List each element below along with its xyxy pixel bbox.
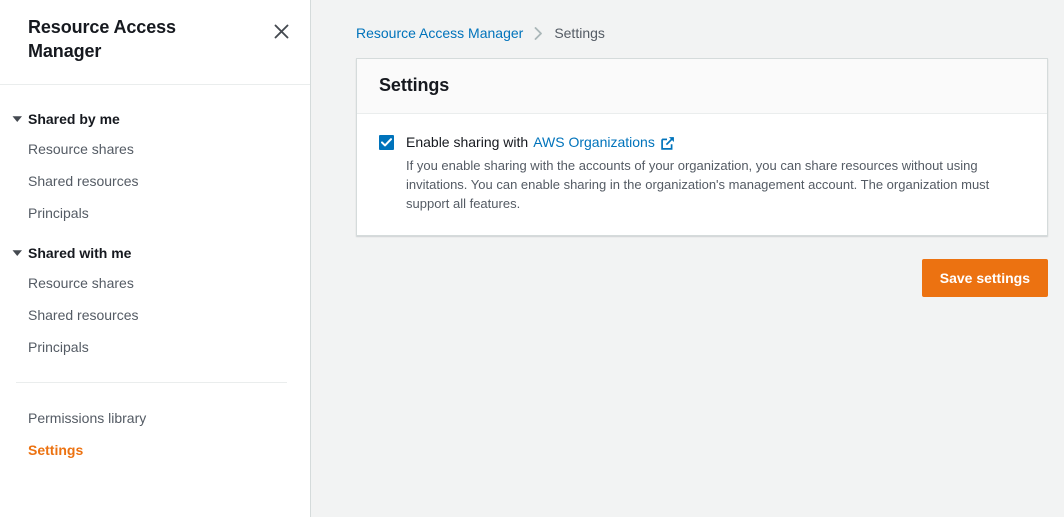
enable-sharing-content: Enable sharing with AWS Organizations <box>406 132 1025 213</box>
page-title: Settings <box>379 75 1027 96</box>
settings-panel: Settings Enable sharing with <box>356 58 1048 236</box>
sidebar-item-shared-with-me-principals[interactable]: Principals <box>0 331 310 363</box>
main-content: Resource Access Manager Settings Setting… <box>311 0 1064 517</box>
save-settings-button[interactable]: Save settings <box>922 259 1048 297</box>
breadcrumb-current-settings: Settings <box>554 25 605 41</box>
sidebar-item-shared-with-me-shared-resources[interactable]: Shared resources <box>0 299 310 331</box>
external-link-icon <box>661 136 675 150</box>
sidebar-section-label: Shared with me <box>28 245 131 261</box>
settings-panel-header: Settings <box>357 59 1047 114</box>
aws-organizations-link[interactable]: AWS Organizations <box>533 132 675 152</box>
sidebar-section-shared-by-me[interactable]: Shared by me <box>0 105 310 133</box>
enable-sharing-label-text: Enable sharing with <box>406 132 528 152</box>
sidebar-item-shared-by-me-shared-resources[interactable]: Shared resources <box>0 165 310 197</box>
enable-sharing-label: Enable sharing with AWS Organizations <box>406 132 1025 152</box>
close-icon <box>273 23 290 40</box>
sidebar-item-shared-by-me-principals[interactable]: Principals <box>0 197 310 229</box>
settings-panel-body: Enable sharing with AWS Organizations <box>357 114 1047 235</box>
sidebar-item-shared-by-me-resource-shares[interactable]: Resource shares <box>0 133 310 165</box>
breadcrumb: Resource Access Manager Settings <box>356 22 1048 44</box>
sidebar: Resource Access Manager Shared by me Res… <box>0 0 311 517</box>
enable-sharing-setting-row: Enable sharing with AWS Organizations <box>379 132 1025 213</box>
panel-actions: Save settings <box>356 259 1048 297</box>
caret-down-icon <box>10 112 24 126</box>
enable-sharing-checkbox[interactable] <box>379 135 394 150</box>
sidebar-divider <box>16 382 287 383</box>
caret-down-icon <box>10 246 24 260</box>
sidebar-title: Resource Access Manager <box>28 16 233 64</box>
close-panel-button[interactable] <box>268 18 294 44</box>
sidebar-item-permissions-library[interactable]: Permissions library <box>0 402 310 434</box>
sidebar-item-settings[interactable]: Settings <box>0 434 310 466</box>
sidebar-section-label: Shared by me <box>28 111 120 127</box>
sidebar-nav: Shared by me Resource shares Shared reso… <box>0 85 310 466</box>
sidebar-section-shared-with-me[interactable]: Shared with me <box>0 239 310 267</box>
aws-organizations-link-text: AWS Organizations <box>533 132 655 152</box>
sidebar-header: Resource Access Manager <box>0 0 310 85</box>
app-root: Resource Access Manager Shared by me Res… <box>0 0 1064 517</box>
chevron-right-icon <box>534 27 543 40</box>
sidebar-item-shared-with-me-resource-shares[interactable]: Resource shares <box>0 267 310 299</box>
checkmark-icon <box>381 138 392 147</box>
enable-sharing-description: If you enable sharing with the accounts … <box>406 156 1025 213</box>
nav-spacer <box>0 229 310 239</box>
breadcrumb-link-resource-access-manager[interactable]: Resource Access Manager <box>356 25 523 41</box>
